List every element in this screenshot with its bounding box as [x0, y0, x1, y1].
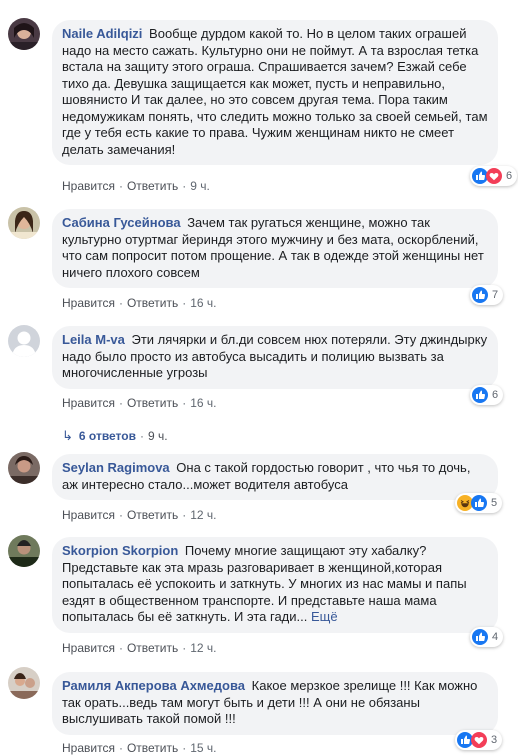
reaction-summary[interactable]: 6 — [470, 166, 518, 186]
like-button[interactable]: Нравится — [62, 641, 115, 655]
like-icon — [472, 629, 488, 645]
comment-text: Эти лячярки и бл.ди совсем нюх потеряли.… — [62, 332, 488, 380]
reaction-count: 6 — [506, 170, 513, 182]
comment-author[interactable]: Skorpion Skorpion — [62, 543, 178, 558]
reaction-summary[interactable]: 7 — [470, 285, 504, 305]
reaction-count: 6 — [492, 389, 499, 401]
like-button[interactable]: Нравится — [62, 296, 115, 310]
avatar[interactable] — [8, 452, 40, 484]
comment-bubble: Рамиля Акперова Ахмедова Какое мерзкое з… — [52, 672, 498, 735]
comment-actions: Нравится · Ответить · 16 ч. — [62, 296, 217, 310]
comment-actions: Нравится · Ответить · 15 ч. — [62, 741, 217, 755]
comment-author[interactable]: Сабина Гусейнова — [62, 215, 181, 230]
reaction-count: 3 — [491, 734, 498, 746]
replies-time: 9 ч. — [147, 429, 168, 443]
comment-time[interactable]: 12 ч. — [190, 508, 216, 522]
like-icon — [471, 495, 487, 511]
comment-bubble: Seylan Ragimova Она с такой гордостью го… — [52, 454, 498, 500]
like-icon — [472, 387, 488, 403]
comment-text: Вообще дурдом какой то. Но в целом таких… — [62, 26, 488, 157]
comment-bubble: Naile Adilqizi Вообще дурдом какой то. Н… — [52, 20, 498, 165]
comment-actions: Нравится · Ответить · 12 ч. — [62, 508, 217, 522]
reply-arrow-icon: ↳ — [62, 428, 73, 443]
comment-author[interactable]: Naile Adilqizi — [62, 26, 142, 41]
reaction-count: 4 — [492, 631, 499, 643]
like-button[interactable]: Нравится — [62, 741, 115, 755]
see-more-link[interactable]: Ещё — [311, 609, 338, 624]
like-button[interactable]: Нравится — [62, 508, 115, 522]
reply-button[interactable]: Ответить — [127, 179, 178, 193]
reaction-summary[interactable]: 3 — [455, 730, 503, 750]
like-button[interactable]: Нравится — [62, 396, 115, 410]
comment-author[interactable]: Seylan Ragimova — [62, 460, 170, 475]
comment-actions: Нравится · Ответить · 16 ч. — [62, 396, 217, 410]
reaction-count: 5 — [491, 497, 498, 509]
comment-bubble: Skorpion Skorpion Почему многие защищают… — [52, 537, 498, 633]
love-icon — [471, 732, 487, 748]
comment-actions: Нравится · Ответить · 9 ч. — [62, 179, 210, 193]
view-replies[interactable]: ↳ 6 ответов · 9 ч. — [62, 428, 168, 444]
reaction-summary[interactable]: 5 — [455, 493, 503, 513]
avatar[interactable] — [8, 207, 40, 239]
comment-bubble: Leila M-va Эти лячярки и бл.ди совсем ню… — [52, 326, 498, 389]
reaction-count: 7 — [492, 289, 499, 301]
reaction-summary[interactable]: 6 — [470, 385, 504, 405]
comment-actions: Нравится · Ответить · 12 ч. — [62, 641, 217, 655]
comment-time[interactable]: 9 ч. — [190, 179, 210, 193]
comment-time[interactable]: 15 ч. — [190, 741, 216, 755]
reaction-summary[interactable]: 4 — [470, 627, 504, 647]
love-icon — [486, 168, 502, 184]
avatar[interactable] — [8, 535, 40, 567]
comment-author[interactable]: Leila M-va — [62, 332, 125, 347]
comment-time[interactable]: 12 ч. — [190, 641, 216, 655]
like-icon — [472, 287, 488, 303]
avatar[interactable] — [8, 18, 40, 50]
reply-button[interactable]: Ответить — [127, 296, 178, 310]
comment-time[interactable]: 16 ч. — [190, 396, 216, 410]
reply-button[interactable]: Ответить — [127, 741, 178, 755]
like-button[interactable]: Нравится — [62, 179, 115, 193]
replies-count-link[interactable]: 6 ответов — [79, 429, 136, 443]
avatar[interactable] — [8, 325, 40, 357]
reply-button[interactable]: Ответить — [127, 396, 178, 410]
reply-button[interactable]: Ответить — [127, 641, 178, 655]
reply-button[interactable]: Ответить — [127, 508, 178, 522]
comment-author[interactable]: Рамиля Акперова Ахмедова — [62, 678, 245, 693]
comment-bubble: Сабина Гусейнова Зачем так ругаться женщ… — [52, 209, 498, 288]
comment-time[interactable]: 16 ч. — [190, 296, 216, 310]
avatar[interactable] — [8, 667, 40, 699]
